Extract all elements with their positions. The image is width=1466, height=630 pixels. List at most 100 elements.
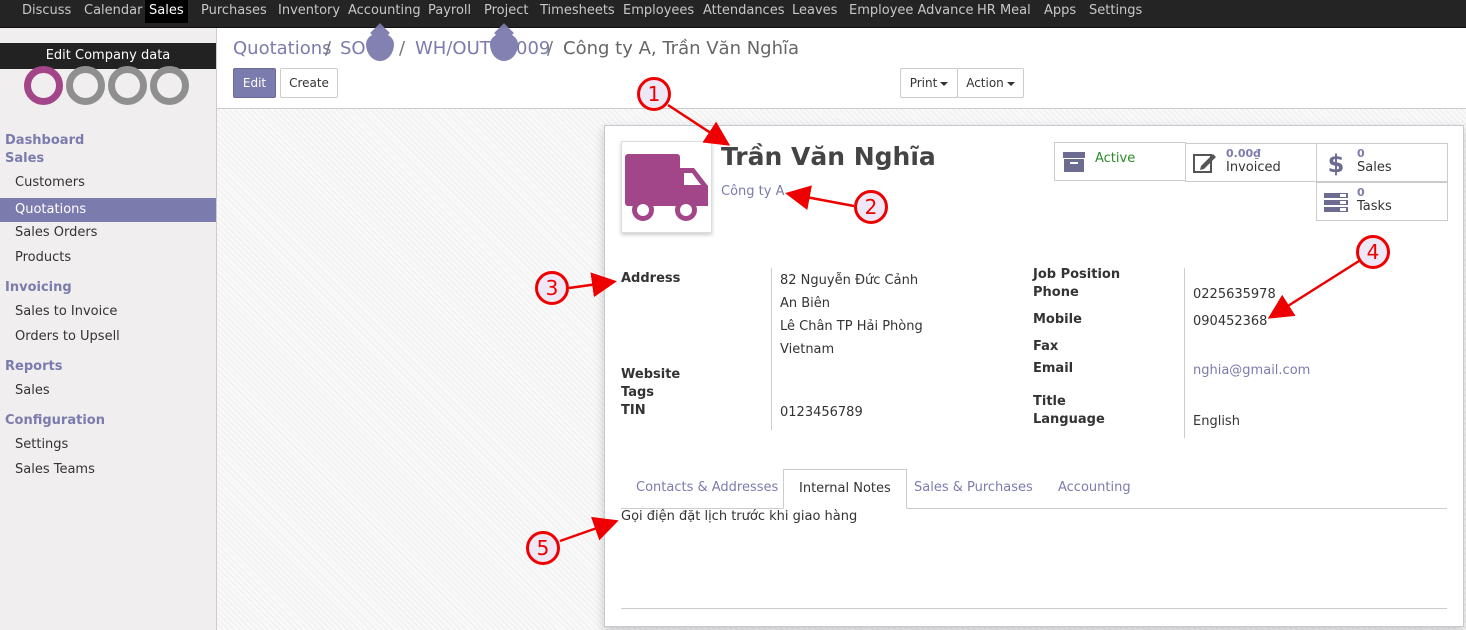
dollar-icon: $ — [1328, 150, 1345, 176]
tags-label: Tags — [621, 385, 655, 400]
cursor-drop-marker — [366, 33, 394, 61]
sales-button[interactable]: $ 0 Sales — [1316, 143, 1448, 182]
phone-value: 0225635978 — [1193, 287, 1276, 302]
tasks-label: Tasks — [1357, 199, 1392, 214]
callout-3: 3 — [535, 271, 569, 305]
menu-payroll[interactable]: Payroll — [424, 0, 475, 23]
field-divider — [1184, 268, 1185, 438]
sidebar-section-invoicing: Invoicing — [5, 280, 72, 295]
sidebar-item-quotations[interactable]: Quotations — [0, 198, 216, 222]
sidebar-section-reports: Reports — [5, 359, 63, 374]
callout-1: 1 — [637, 77, 671, 111]
menu-sales[interactable]: Sales — [145, 0, 188, 23]
breadcrumb-current: Công ty A, Trần Văn Nghĩa — [563, 38, 800, 59]
menu-inventory[interactable]: Inventory — [274, 0, 344, 23]
field-divider — [771, 268, 772, 430]
sidebar-item-products[interactable]: Products — [0, 246, 216, 270]
email-link[interactable]: nghia@gmail.com — [1193, 363, 1310, 378]
partner-company-link[interactable]: Công ty A — [721, 184, 784, 199]
job-position-label: Job Position — [1033, 267, 1121, 282]
breadcrumb-wh-out-number[interactable]: 009 — [516, 38, 550, 59]
svg-text:$: $ — [1328, 150, 1345, 176]
sidebar-item-sales-teams[interactable]: Sales Teams — [0, 458, 216, 482]
sales-value: 0 — [1357, 147, 1365, 160]
caret-down-icon — [1006, 81, 1015, 86]
sidebar-dashboard[interactable]: Dashboard — [5, 133, 84, 148]
breadcrumb-wh-out[interactable]: WH/OUT — [415, 38, 491, 59]
cursor-drop-marker — [490, 33, 518, 61]
menu-timesheets[interactable]: Timesheets — [536, 0, 619, 23]
partner-name: Trần Văn Nghĩa — [721, 142, 936, 171]
sidebar-section-sales: Sales — [5, 151, 45, 166]
sidebar-item-orders-to-upsell[interactable]: Orders to Upsell — [0, 325, 216, 349]
callout-4: 4 — [1356, 235, 1390, 269]
mobile-value: 090452368 — [1193, 314, 1268, 329]
notes-bottom-border — [621, 608, 1447, 609]
tab-accounting[interactable]: Accounting — [1043, 469, 1146, 509]
sidebar-item-sales-orders[interactable]: Sales Orders — [0, 221, 216, 245]
tab-contacts-addresses[interactable]: Contacts & Addresses — [621, 469, 793, 509]
menu-attendances[interactable]: Attendances — [699, 0, 788, 23]
language-value: English — [1193, 414, 1240, 429]
sidebar-item-customers[interactable]: Customers — [0, 171, 216, 195]
address-street: 82 Nguyễn Đức Cảnh — [780, 273, 919, 288]
tasks-icon — [1324, 193, 1348, 212]
title-label: Title — [1033, 394, 1066, 409]
menu-project[interactable]: Project — [480, 0, 532, 23]
edit-button[interactable]: Edit — [233, 68, 276, 98]
archive-icon — [1063, 152, 1085, 172]
address-street2: An Biên — [780, 296, 831, 311]
active-toggle-button[interactable]: Active — [1054, 142, 1186, 181]
tab-internal-notes[interactable]: Internal Notes — [783, 469, 907, 509]
address-country: Vietnam — [780, 342, 835, 357]
fax-label: Fax — [1033, 339, 1059, 354]
website-label: Website — [621, 367, 681, 382]
breadcrumb-so[interactable]: SO — [340, 38, 366, 59]
sales-label: Sales — [1357, 160, 1392, 175]
menu-calendar[interactable]: Calendar — [80, 0, 146, 23]
menu-apps[interactable]: Apps — [1040, 0, 1080, 23]
email-label: Email — [1033, 361, 1074, 376]
sidebar-item-reports-sales[interactable]: Sales — [0, 379, 216, 403]
menu-leaves[interactable]: Leaves — [788, 0, 841, 23]
mobile-label: Mobile — [1033, 312, 1082, 327]
invoiced-label: Invoiced — [1226, 160, 1281, 175]
menu-settings[interactable]: Settings — [1085, 0, 1146, 23]
tasks-button[interactable]: 0 Tasks — [1316, 182, 1448, 221]
callout-5: 5 — [526, 531, 560, 565]
breadcrumb-quotations[interactable]: Quotations — [233, 38, 332, 59]
tasks-value: 0 — [1357, 186, 1365, 199]
sidebar-item-settings[interactable]: Settings — [0, 433, 216, 457]
tin-label: TIN — [621, 403, 646, 418]
create-button[interactable]: Create — [280, 68, 338, 98]
menu-accounting[interactable]: Accounting — [344, 0, 425, 23]
invoiced-button[interactable]: 0.00₫ Invoiced — [1185, 143, 1317, 182]
menu-purchases[interactable]: Purchases — [197, 0, 271, 23]
address-city: Lê Chân TP Hải Phòng — [780, 319, 923, 334]
address-label: Address — [621, 271, 681, 286]
truck-icon — [625, 154, 708, 221]
breadcrumb-separator: / — [399, 38, 406, 59]
caret-down-icon — [940, 81, 949, 86]
phone-label: Phone — [1033, 285, 1079, 300]
action-button[interactable]: Action — [957, 68, 1024, 98]
action-button-label: Action — [966, 76, 1004, 90]
tin-value: 0123456789 — [780, 405, 863, 420]
sidebar-item-sales-to-invoice[interactable]: Sales to Invoice — [0, 300, 216, 324]
internal-notes-text[interactable]: Gọi điện đặt lịch trước khi giao hàng — [621, 509, 857, 524]
print-button[interactable]: Print — [900, 68, 958, 98]
language-label: Language — [1033, 412, 1105, 427]
top-menu-bar: Discuss Calendar Sales Purchases Invento… — [0, 0, 1466, 28]
odoo-logo[interactable] — [24, 66, 194, 106]
partner-avatar[interactable] — [621, 141, 712, 233]
menu-discuss[interactable]: Discuss — [18, 0, 75, 23]
menu-hr-meal[interactable]: HR Meal — [973, 0, 1035, 23]
callout-2: 2 — [854, 190, 888, 224]
sidebar-section-configuration: Configuration — [5, 413, 105, 428]
menu-employees[interactable]: Employees — [619, 0, 698, 23]
menu-employee-advance[interactable]: Employee Advance — [845, 0, 977, 23]
print-button-label: Print — [909, 76, 938, 90]
active-label: Active — [1095, 151, 1136, 166]
pencil-square-icon — [1193, 154, 1216, 173]
tab-sales-purchases[interactable]: Sales & Purchases — [899, 469, 1048, 509]
